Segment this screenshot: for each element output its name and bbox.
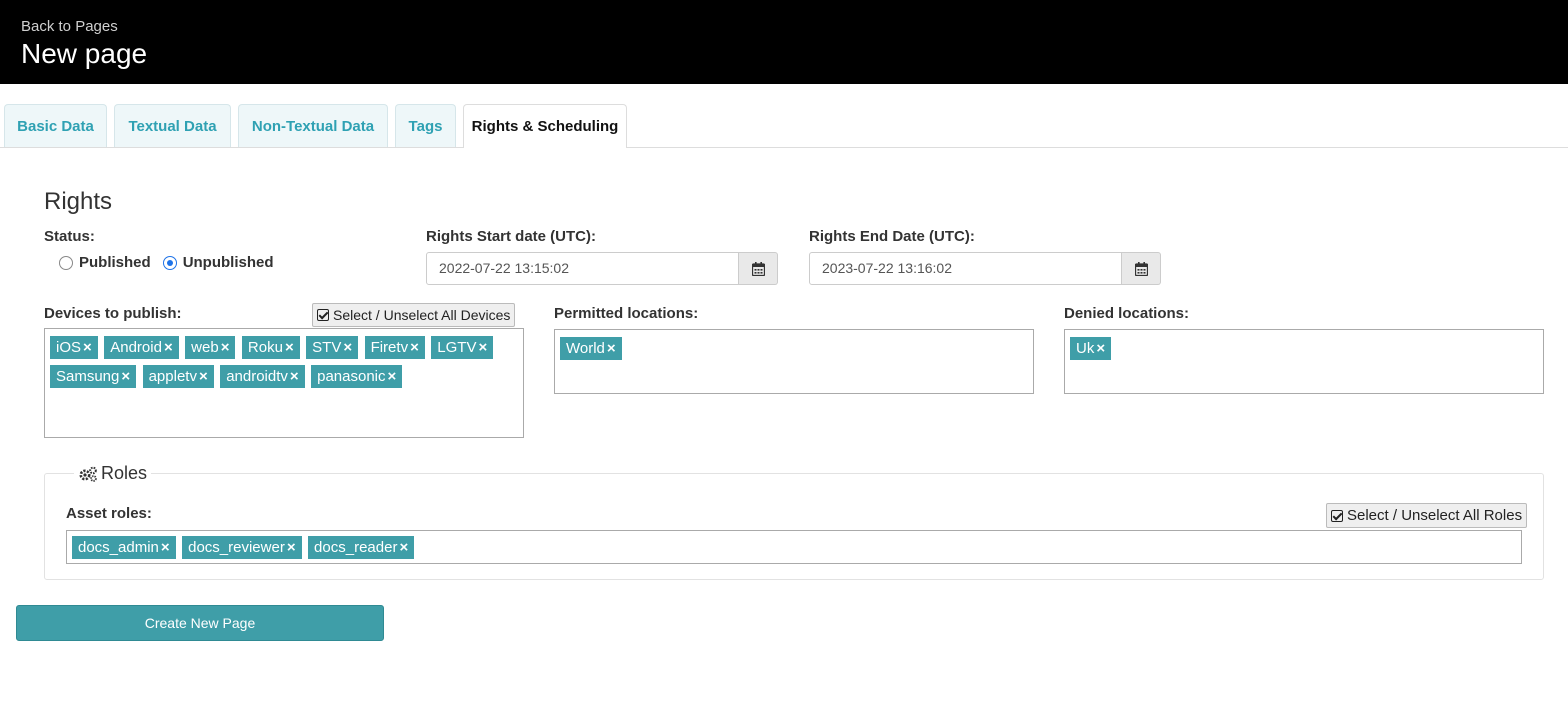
radio-published[interactable] xyxy=(59,255,73,270)
tag-label: docs_admin xyxy=(78,539,159,556)
select-all-roles-button[interactable]: Select / Unselect All Roles xyxy=(1326,503,1528,528)
back-to-pages-link[interactable]: Back to Pages xyxy=(21,18,118,35)
rights-start-input[interactable]: 2022-07-22 13:15:02 xyxy=(426,252,739,285)
tag-label: iOS xyxy=(56,339,82,356)
asset-roles-label: Asset roles: xyxy=(66,505,152,522)
select-all-devices-label: Select / Unselect All Devices xyxy=(333,307,511,323)
create-new-page-button[interactable]: Create New Page xyxy=(16,605,384,641)
device-tag: web × xyxy=(185,336,236,359)
denied-locations-input[interactable]: Uk × xyxy=(1064,329,1544,394)
calendar-icon xyxy=(1134,261,1148,276)
checkbox-icon xyxy=(1331,509,1343,522)
remove-icon[interactable]: × xyxy=(285,339,294,356)
rights-end-calendar-button[interactable] xyxy=(1122,252,1161,285)
remove-icon[interactable]: × xyxy=(343,339,352,356)
tag-label: Firetv xyxy=(370,339,409,356)
tag-label: docs_reader xyxy=(314,539,398,556)
remove-icon[interactable]: × xyxy=(199,368,208,385)
tag-label: panasonic xyxy=(317,368,386,385)
roles-heading: Roles xyxy=(101,463,148,483)
remove-icon[interactable]: × xyxy=(1096,340,1105,357)
device-tag: iOS × xyxy=(50,336,98,359)
radio-unpublished-label[interactable]: Unpublished xyxy=(183,254,274,271)
permitted-locations-label: Permitted locations: xyxy=(554,305,699,322)
tab-non-textual-data[interactable]: Non-Textual Data xyxy=(238,104,388,147)
remove-icon[interactable]: × xyxy=(83,339,92,356)
tag-label: World xyxy=(566,340,605,357)
remove-icon[interactable]: × xyxy=(221,339,230,356)
checkbox-icon xyxy=(317,309,329,321)
tab-rights-scheduling[interactable]: Rights & Scheduling xyxy=(463,104,627,148)
tab-textual-data[interactable]: Textual Data xyxy=(114,104,231,147)
rights-start-calendar-button[interactable] xyxy=(739,252,778,285)
remove-icon[interactable]: × xyxy=(478,339,487,356)
role-tag: docs_reader × xyxy=(308,536,415,559)
remove-icon[interactable]: × xyxy=(290,368,299,385)
device-tag: Firetv × xyxy=(364,336,425,359)
rights-end-field: 2023-07-22 13:16:02 xyxy=(809,252,1161,285)
status-radio-group: Published Unpublished xyxy=(59,254,286,271)
select-all-devices-button[interactable]: Select / Unselect All Devices xyxy=(312,303,516,327)
radio-published-label[interactable]: Published xyxy=(79,254,151,271)
page-title: New page xyxy=(21,38,148,69)
device-tag: androidtv × xyxy=(220,365,305,388)
devices-tag-input[interactable]: iOS × Android × web × Roku × STV × Firetv × LG… xyxy=(44,328,524,438)
tag-label: appletv xyxy=(148,368,197,385)
rights-heading: Rights xyxy=(44,188,113,215)
tag-label: docs_reviewer xyxy=(188,539,285,556)
device-tag: Samsung × xyxy=(50,365,137,388)
rights-end-label: Rights End Date (UTC): xyxy=(809,228,975,245)
calendar-icon xyxy=(751,261,765,276)
device-tag: Roku × xyxy=(241,336,300,359)
permitted-locations-input[interactable]: World × xyxy=(554,329,1034,394)
role-tag: docs_admin × xyxy=(72,536,176,559)
device-tag: LGTV × xyxy=(431,336,494,359)
device-tag: appletv × xyxy=(142,365,214,388)
remove-icon[interactable]: × xyxy=(607,340,616,357)
tag-label: web xyxy=(191,339,219,356)
remove-icon[interactable]: × xyxy=(164,339,173,356)
remove-icon[interactable]: × xyxy=(121,368,130,385)
device-tag: STV × xyxy=(306,336,359,359)
asset-roles-input[interactable]: docs_admin × docs_reviewer × docs_reader × xyxy=(66,530,1522,564)
select-all-roles-label: Select / Unselect All Roles xyxy=(1347,507,1523,524)
tag-label: STV xyxy=(312,339,342,356)
status-label: Status: xyxy=(44,228,95,245)
rights-end-input[interactable]: 2023-07-22 13:16:02 xyxy=(809,252,1122,285)
role-tag: docs_reviewer × xyxy=(182,536,302,559)
device-tag: panasonic × xyxy=(311,365,403,388)
location-tag: World × xyxy=(560,337,622,360)
denied-locations-label: Denied locations: xyxy=(1064,305,1190,322)
remove-icon[interactable]: × xyxy=(161,539,170,556)
rights-start-field: 2022-07-22 13:15:02 xyxy=(426,252,778,285)
tag-label: Samsung xyxy=(56,368,120,385)
device-tag: Android × xyxy=(104,336,179,359)
tab-basic-data[interactable]: Basic Data xyxy=(4,104,107,147)
tab-tags[interactable]: Tags xyxy=(395,104,456,147)
top-header: Back to Pages New page xyxy=(0,0,1568,84)
tag-label: androidtv xyxy=(226,368,288,385)
tag-label: LGTV xyxy=(437,339,477,356)
remove-icon[interactable]: × xyxy=(410,339,419,356)
remove-icon[interactable]: × xyxy=(399,539,408,556)
remove-icon[interactable]: × xyxy=(287,539,296,556)
tab-bar: Basic Data Textual Data Non-Textual Data… xyxy=(0,104,1568,148)
devices-label: Devices to publish: xyxy=(44,305,182,322)
tag-label: Roku xyxy=(247,339,283,356)
tag-label: Uk xyxy=(1076,340,1095,357)
tag-label: Android xyxy=(110,339,162,356)
remove-icon[interactable]: × xyxy=(388,368,397,385)
rights-start-label: Rights Start date (UTC): xyxy=(426,228,596,245)
gears-icon xyxy=(79,466,97,482)
radio-unpublished[interactable] xyxy=(162,255,177,270)
location-tag: Uk × xyxy=(1070,337,1112,360)
roles-legend: Roles xyxy=(74,463,152,484)
